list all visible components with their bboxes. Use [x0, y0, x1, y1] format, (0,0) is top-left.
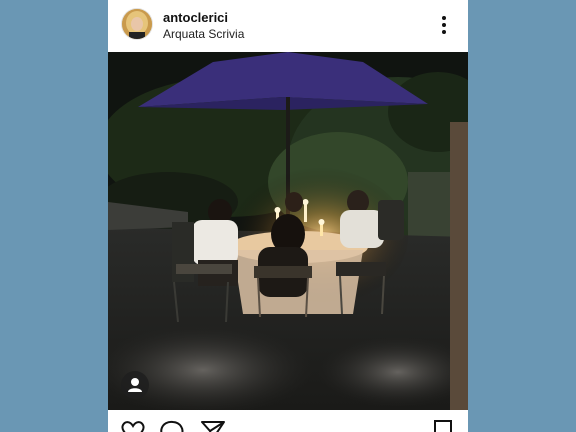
instagram-post-card: antoclerici Arquata Scrivia — [108, 0, 468, 432]
more-options-icon[interactable] — [434, 14, 454, 36]
avatar[interactable] — [122, 9, 152, 39]
heart-icon[interactable] — [120, 420, 146, 432]
post-photo[interactable] — [108, 52, 468, 410]
post-actions — [108, 410, 468, 432]
location-link[interactable]: Arquata Scrivia — [163, 27, 244, 41]
person-tag-icon — [128, 378, 142, 392]
tagged-people-button[interactable] — [121, 371, 149, 399]
share-icon[interactable] — [200, 420, 226, 432]
comment-icon[interactable] — [160, 420, 186, 432]
post-header: antoclerici Arquata Scrivia — [108, 0, 468, 52]
username[interactable]: antoclerici — [163, 10, 228, 25]
bookmark-icon[interactable] — [430, 420, 456, 432]
night-dinner-scene — [108, 52, 468, 410]
avatar-image — [122, 9, 152, 39]
